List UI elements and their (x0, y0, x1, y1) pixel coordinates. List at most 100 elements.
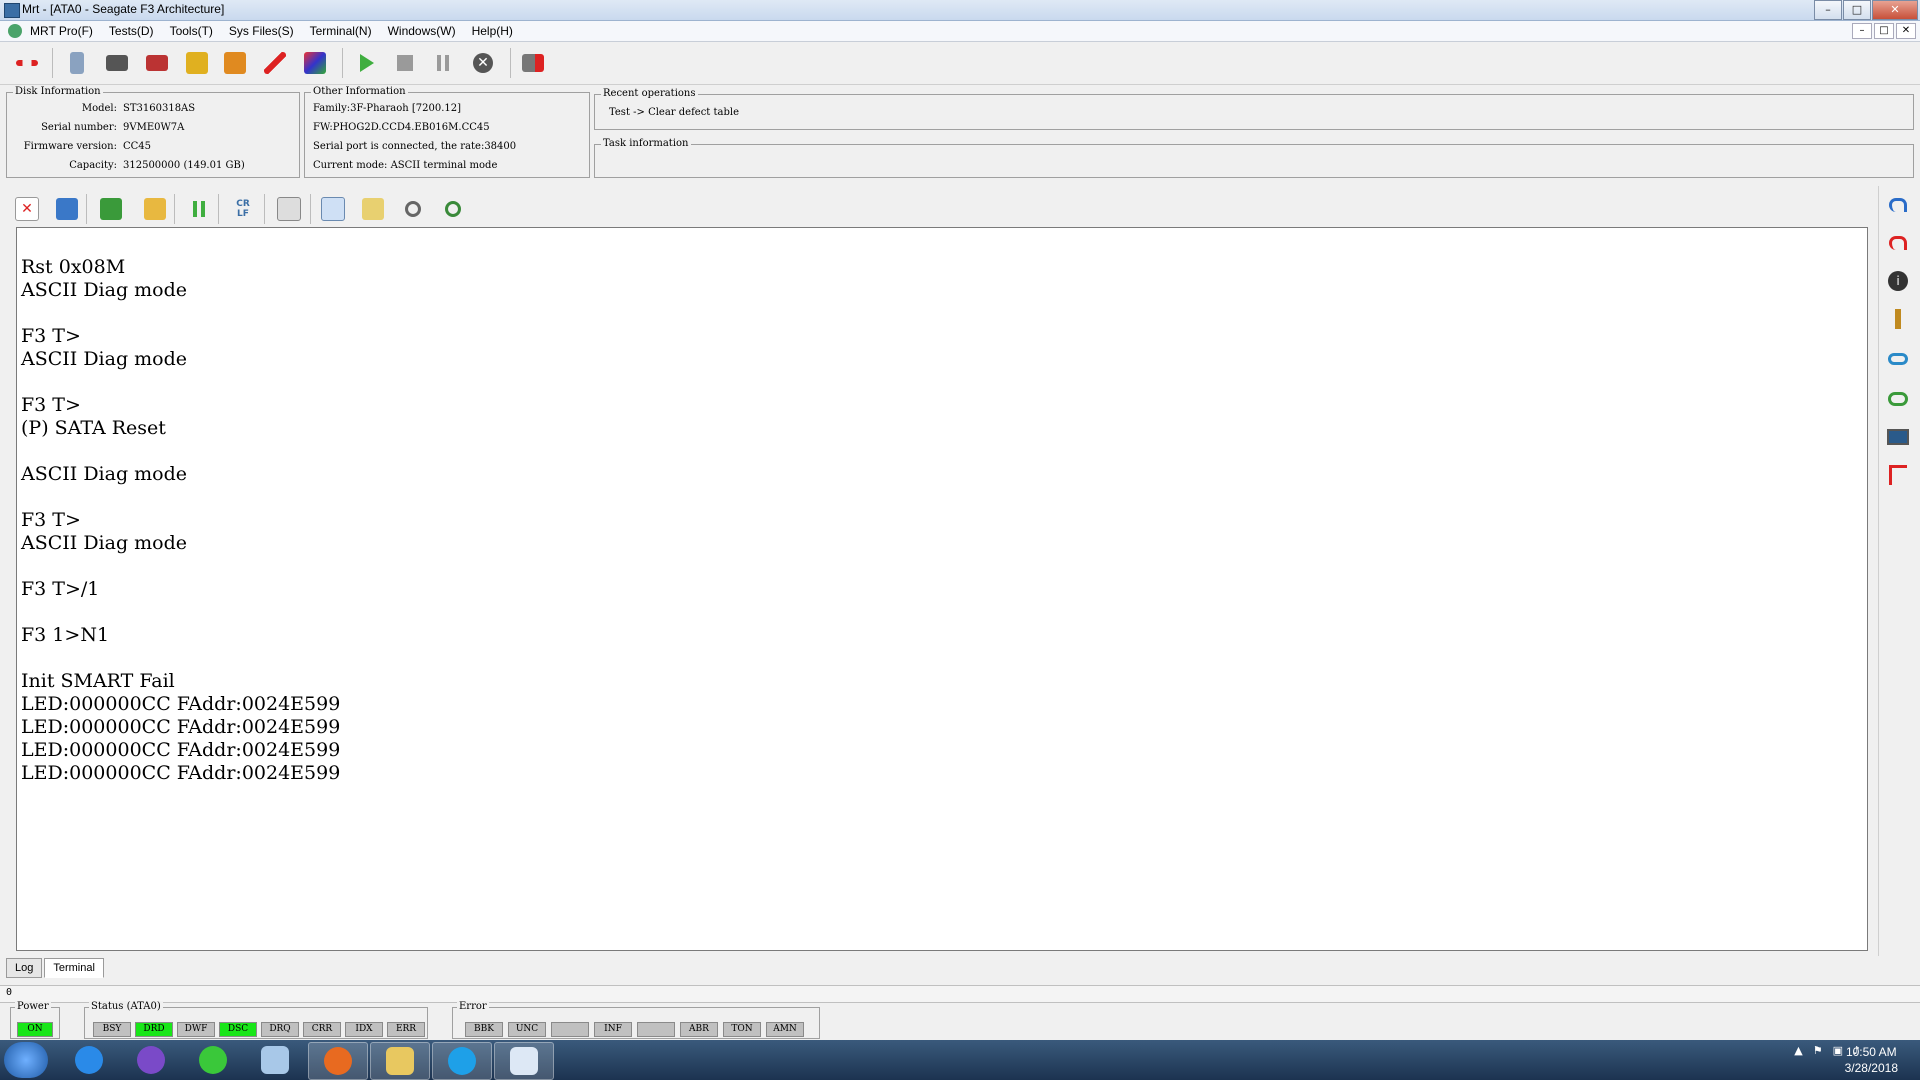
copy-icon[interactable] (320, 196, 346, 222)
status-flag-crr: CRR (303, 1022, 341, 1037)
ie-taskbar-icon[interactable] (60, 1042, 118, 1078)
icq-taskbar-icon[interactable] (184, 1042, 242, 1078)
power-panel: Power ON (10, 1001, 60, 1039)
menu-mrt-pro[interactable]: MRT Pro(F) (30, 24, 93, 38)
serial-port-text: Serial port is connected, the rate:38400 (313, 141, 517, 152)
viber-taskbar-icon[interactable] (122, 1042, 180, 1078)
crlf-icon[interactable]: CR LF (230, 196, 256, 222)
download-icon[interactable] (184, 50, 210, 76)
rotate-icon[interactable] (1885, 386, 1911, 412)
error-flag-inf: INF (594, 1022, 632, 1037)
status-flag-drq: DRQ (261, 1022, 299, 1037)
other-information-panel: Other Information Family:3F-Pharaoh [720… (304, 86, 590, 178)
mdi-close-button[interactable]: ✕ (1896, 23, 1916, 39)
terminal-toolbar: ✕ CR LF (14, 188, 1874, 228)
disk-information-panel: Disk Information Model: ST3160318AS Seri… (6, 86, 300, 178)
package-icon[interactable] (222, 50, 248, 76)
tree-icon[interactable] (1885, 462, 1911, 488)
eraser-icon[interactable] (262, 50, 288, 76)
menu-windows[interactable]: Windows(W) (388, 24, 456, 38)
tab-bar: Log Terminal (6, 958, 106, 978)
check-icon[interactable] (360, 196, 386, 222)
cube-icon[interactable] (302, 50, 328, 76)
tab-log[interactable]: Log (6, 958, 43, 978)
head-icon[interactable] (64, 50, 90, 76)
power-title: Power (15, 1001, 51, 1012)
terminal-line: ASCII Diag mode (21, 279, 188, 301)
menu-sys-files[interactable]: Sys Files(S) (229, 24, 294, 38)
status-line: 0 (0, 985, 1920, 1003)
firefox-taskbar-icon[interactable] (308, 1042, 368, 1080)
find-next-icon[interactable] (440, 196, 466, 222)
tool-icon[interactable] (1885, 306, 1911, 332)
explorer-taskbar-icon[interactable] (370, 1042, 430, 1080)
skype-taskbar-icon[interactable] (432, 1042, 492, 1080)
monitor-icon[interactable] (1885, 424, 1911, 450)
pause-terminal-icon[interactable] (186, 196, 212, 222)
mrt-taskbar-icon[interactable] (494, 1042, 554, 1080)
undo-blue-icon[interactable] (1885, 192, 1911, 218)
cancel-icon[interactable]: ✕ (470, 50, 496, 76)
model-value: ST3160318AS (123, 103, 196, 114)
mdi-minimize-button[interactable]: – (1852, 23, 1872, 39)
window-controls: – □ ✕ (1813, 0, 1918, 20)
menu-tests[interactable]: Tests(D) (109, 24, 154, 38)
save-icon[interactable] (54, 196, 80, 222)
status-title: Status (ATA0) (89, 1001, 163, 1012)
connect-icon[interactable] (14, 50, 40, 76)
menu-terminal[interactable]: Terminal(N) (310, 24, 372, 38)
terminal-text: Rst 0x08M ASCII Diag mode F3 T> ASCII Diag… (21, 256, 340, 785)
current-mode-text: Current mode: ASCII terminal mode (313, 160, 498, 171)
undo-red-icon[interactable] (1885, 230, 1911, 256)
network-icon[interactable]: ▣ (1833, 1044, 1843, 1057)
error-panel: Error BBK UNC INF ABR TON AMN (452, 1001, 822, 1039)
terminal-line: F3 1>N1 (21, 624, 110, 646)
terminal-output[interactable]: Rst 0x08M ASCII Diag mode F3 T> ASCII Diag… (16, 227, 1868, 951)
show-hidden-icon[interactable]: ▲ (1794, 1044, 1802, 1057)
exit-icon[interactable] (520, 50, 546, 76)
script-icon[interactable] (276, 196, 302, 222)
close-button[interactable]: ✕ (1872, 0, 1918, 20)
minimize-button[interactable]: – (1814, 0, 1842, 20)
info-icon[interactable]: i (1885, 268, 1911, 294)
title-bar: Mrt - [ATA0 - Seagate F3 Architecture] –… (0, 0, 1920, 21)
terminal-line: ASCII Diag mode (21, 532, 188, 554)
tab-terminal[interactable]: Terminal (44, 958, 104, 978)
clock[interactable]: 10:50 AM 3/28/2018 (1845, 1044, 1898, 1076)
drive-icon[interactable] (104, 50, 130, 76)
status-flag-idx: IDX (345, 1022, 383, 1037)
capacity-value: 312500000 (149.01 GB) (123, 160, 245, 171)
maximize-button[interactable]: □ (1843, 0, 1871, 20)
action-center-icon[interactable]: ⚑ (1813, 1044, 1823, 1057)
error-flag-ton: TON (723, 1022, 761, 1037)
firmware-label: Firmware version: (23, 141, 117, 152)
status-flag-dsc: DSC (219, 1022, 257, 1037)
menu-help[interactable]: Help(H) (472, 24, 513, 38)
disk-information-title: Disk Information (13, 86, 103, 97)
refresh-icon[interactable] (1885, 346, 1911, 372)
notes-taskbar-icon[interactable] (246, 1042, 304, 1078)
recent-operation-text: Test -> Clear defect table (609, 107, 739, 118)
mdi-restore-button[interactable]: □ (1874, 23, 1894, 39)
terminal-line: Rst 0x08M (21, 256, 126, 278)
open-folder-icon[interactable] (142, 196, 168, 222)
terminal-line: F3 T>/1 (21, 578, 100, 600)
mdi-controls: – □ ✕ (1850, 23, 1916, 39)
window-title: Mrt - [ATA0 - Seagate F3 Architecture] (22, 2, 225, 16)
clear-icon[interactable]: ✕ (14, 196, 40, 222)
pause-icon[interactable] (430, 50, 456, 76)
play-icon[interactable] (354, 50, 380, 76)
status-flag-drd: DRD (135, 1022, 173, 1037)
firmware-value: CC45 (123, 141, 152, 152)
terminal-line: Init SMART Fail (21, 670, 175, 692)
error-flag-abr: ABR (680, 1022, 718, 1037)
save-green-icon[interactable] (98, 196, 124, 222)
module-icon[interactable] (144, 50, 170, 76)
right-toolbar: i (1878, 186, 1917, 956)
menu-tools[interactable]: Tools(T) (170, 24, 213, 38)
find-icon[interactable] (400, 196, 426, 222)
stop-icon[interactable] (392, 50, 418, 76)
terminal-line: ASCII Diag mode (21, 348, 188, 370)
start-button[interactable] (4, 1042, 48, 1078)
